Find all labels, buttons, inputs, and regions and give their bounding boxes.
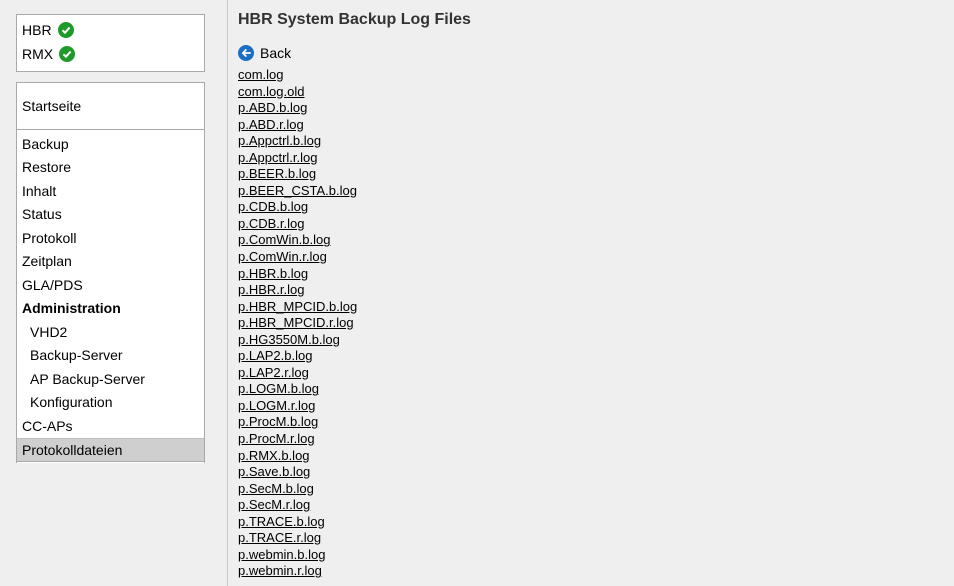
- nav-item-vhd2[interactable]: VHD2: [17, 320, 204, 344]
- list-item: p.LAP2.r.log: [238, 365, 357, 382]
- list-item: p.Save.b.log: [238, 464, 357, 481]
- file-link[interactable]: com.log.old: [238, 84, 304, 99]
- status-rmx: RMX: [17, 42, 204, 66]
- nav-item-cc-aps[interactable]: CC-APs: [17, 414, 204, 438]
- check-icon: [59, 46, 76, 62]
- nav-item-konfiguration[interactable]: Konfiguration: [17, 391, 204, 415]
- file-link[interactable]: p.Appctrl.b.log: [238, 133, 321, 148]
- list-item: p.webmin.r.log: [238, 563, 357, 580]
- nav-item-restore[interactable]: Restore: [17, 156, 204, 180]
- list-item: p.SecM.b.log: [238, 481, 357, 498]
- divider: [227, 0, 228, 586]
- file-link[interactable]: com.log: [238, 67, 284, 82]
- list-item: p.HBR.r.log: [238, 282, 357, 299]
- nav-item-backup-server[interactable]: Backup-Server: [17, 344, 204, 368]
- list-item: p.BEER_CSTA.b.log: [238, 183, 357, 200]
- file-link[interactable]: p.BEER_CSTA.b.log: [238, 183, 357, 198]
- nav-item-status[interactable]: Status: [17, 203, 204, 227]
- nav-item-protokolldateien[interactable]: Protokolldateien: [17, 437, 204, 462]
- file-link[interactable]: p.HBR.r.log: [238, 282, 304, 297]
- list-item: p.ProcM.r.log: [238, 431, 357, 448]
- file-link[interactable]: p.TRACE.r.log: [238, 530, 321, 545]
- list-item: p.ProcM.b.log: [238, 414, 357, 431]
- list-item: p.Appctrl.b.log: [238, 133, 357, 150]
- list-item: p.ABD.b.log: [238, 100, 357, 117]
- nav-item-zeitplan[interactable]: Zeitplan: [17, 250, 204, 274]
- nav-item-backup[interactable]: Backup: [17, 132, 204, 156]
- list-item: p.HBR_MPCID.b.log: [238, 299, 357, 316]
- list-item: p.LAP2.b.log: [238, 348, 357, 365]
- status-label: RMX: [22, 46, 54, 62]
- status-panel: HBR RMX: [16, 14, 205, 72]
- file-link[interactable]: p.Save.b.log: [238, 464, 310, 479]
- list-item: p.SecM.r.log: [238, 497, 357, 514]
- file-link[interactable]: p.HBR_MPCID.b.log: [238, 299, 357, 314]
- file-link[interactable]: p.LAP2.r.log: [238, 365, 309, 380]
- file-link[interactable]: p.ComWin.r.log: [238, 249, 327, 264]
- nav-item-ap-backup-server[interactable]: AP Backup-Server: [17, 367, 204, 391]
- list-item: p.ComWin.b.log: [238, 232, 357, 249]
- list-item: p.RMX.b.log: [238, 448, 357, 465]
- list-item: p.ComWin.r.log: [238, 249, 357, 266]
- status-hbr: HBR: [17, 18, 204, 42]
- file-link[interactable]: p.webmin.r.log: [238, 563, 322, 578]
- file-link[interactable]: p.ProcM.r.log: [238, 431, 315, 446]
- list-item: p.HBR_MPCID.r.log: [238, 315, 357, 332]
- list-item: p.LOGM.r.log: [238, 398, 357, 415]
- file-link[interactable]: p.ABD.r.log: [238, 117, 304, 132]
- page-title: HBR System Backup Log Files: [238, 11, 471, 28]
- file-link[interactable]: p.webmin.b.log: [238, 547, 325, 562]
- list-item: p.Appctrl.r.log: [238, 150, 357, 167]
- file-link[interactable]: p.HBR_MPCID.r.log: [238, 315, 354, 330]
- file-link[interactable]: p.ABD.b.log: [238, 100, 307, 115]
- status-label: HBR: [22, 22, 52, 38]
- list-item: p.ABD.r.log: [238, 117, 357, 134]
- back-arrow-icon: [238, 45, 254, 61]
- file-link[interactable]: p.HBR.b.log: [238, 266, 308, 281]
- list-item: com.log: [238, 67, 357, 84]
- nav-item-gla-pds[interactable]: GLA/PDS: [17, 273, 204, 297]
- file-link[interactable]: p.SecM.b.log: [238, 481, 314, 496]
- list-item: p.TRACE.b.log: [238, 514, 357, 531]
- list-item: p.webmin.b.log: [238, 547, 357, 564]
- list-item: p.TRACE.r.log: [238, 530, 357, 547]
- back-link[interactable]: Back: [238, 45, 291, 61]
- file-link[interactable]: p.LAP2.b.log: [238, 348, 312, 363]
- file-link[interactable]: p.HG3550M.b.log: [238, 332, 340, 347]
- nav-item-startseite[interactable]: Startseite: [17, 83, 204, 130]
- file-link[interactable]: p.LOGM.r.log: [238, 398, 315, 413]
- check-icon: [57, 22, 74, 38]
- nav-menu: Startseite Backup Restore Inhalt Status …: [16, 82, 205, 463]
- nav-item-protokoll[interactable]: Protokoll: [17, 226, 204, 250]
- nav-item-inhalt[interactable]: Inhalt: [17, 179, 204, 203]
- list-item: p.HG3550M.b.log: [238, 332, 357, 349]
- file-link[interactable]: p.BEER.b.log: [238, 166, 316, 181]
- list-item: p.BEER.b.log: [238, 166, 357, 183]
- file-link[interactable]: p.TRACE.b.log: [238, 514, 325, 529]
- back-label: Back: [260, 45, 292, 61]
- file-link[interactable]: p.Appctrl.r.log: [238, 150, 318, 165]
- list-item: p.CDB.r.log: [238, 216, 357, 233]
- list-item: com.log.old: [238, 84, 357, 101]
- file-link[interactable]: p.RMX.b.log: [238, 448, 310, 463]
- file-link[interactable]: p.ComWin.b.log: [238, 232, 330, 247]
- file-link[interactable]: p.CDB.r.log: [238, 216, 304, 231]
- sidebar: HBR RMX Startseite Backup Restore Inhalt…: [0, 0, 227, 586]
- list-item: p.LOGM.b.log: [238, 381, 357, 398]
- list-item: p.CDB.b.log: [238, 199, 357, 216]
- file-link[interactable]: p.SecM.r.log: [238, 497, 310, 512]
- file-link[interactable]: p.LOGM.b.log: [238, 381, 319, 396]
- file-link[interactable]: p.CDB.b.log: [238, 199, 308, 214]
- file-list: com.log com.log.old p.ABD.b.log p.ABD.r.log…: [238, 67, 357, 580]
- list-item: p.HBR.b.log: [238, 266, 357, 283]
- nav-item-administration[interactable]: Administration: [17, 297, 204, 321]
- file-link[interactable]: p.ProcM.b.log: [238, 414, 318, 429]
